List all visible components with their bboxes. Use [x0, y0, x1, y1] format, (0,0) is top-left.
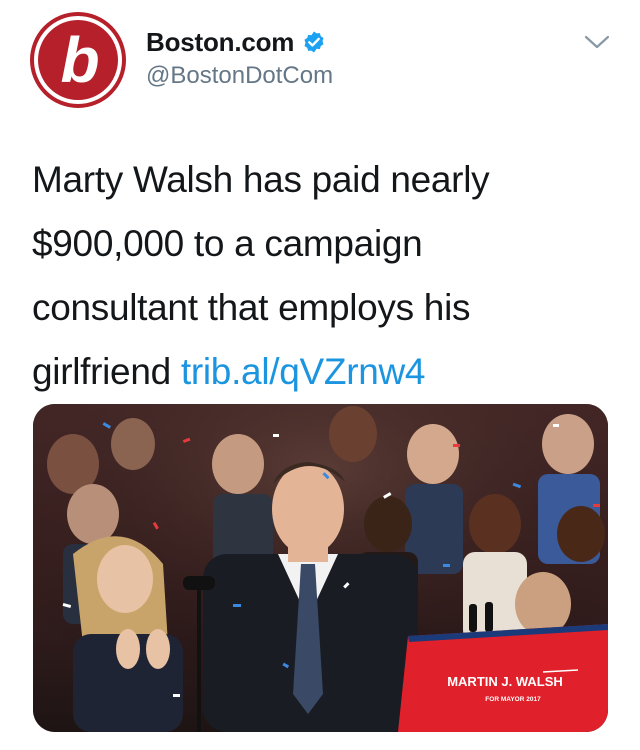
- podium-sign: MARTIN J. WALSH FOR MAYOR 2017: [398, 624, 608, 732]
- account-name-row[interactable]: Boston.com: [146, 26, 326, 58]
- chevron-down-icon: [584, 35, 610, 49]
- tweet-menu-button[interactable]: [584, 34, 610, 50]
- avatar-letter: b: [60, 24, 99, 96]
- tweet-card: b Boston.com @BostonDotCom Marty Walsh h…: [0, 0, 640, 750]
- account-avatar[interactable]: b: [30, 12, 126, 108]
- tweet-text: Marty Walsh has paid nearly $900,000 to …: [32, 148, 592, 404]
- verified-badge-icon: [302, 30, 326, 54]
- podium-sign-subtitle: FOR MAYOR 2017: [485, 696, 541, 703]
- podium-sign-title: MARTIN J. WALSH: [447, 674, 563, 689]
- campaign-rally-photo: MARTIN J. WALSH FOR MAYOR 2017: [33, 404, 608, 732]
- account-display-name[interactable]: Boston.com: [146, 27, 294, 58]
- boston-com-logo-icon: b: [30, 12, 126, 108]
- tweet-link[interactable]: trib.al/qVZrnw4: [181, 351, 426, 392]
- tweet-media-photo[interactable]: MARTIN J. WALSH FOR MAYOR 2017: [33, 404, 608, 732]
- account-handle[interactable]: @BostonDotCom: [146, 62, 333, 90]
